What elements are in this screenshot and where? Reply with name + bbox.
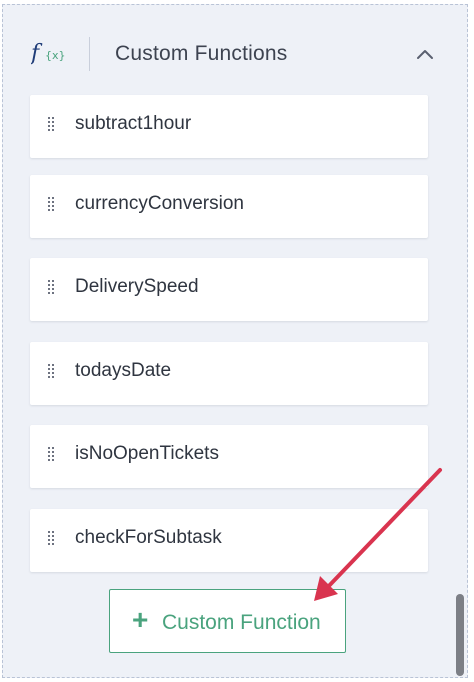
svg-text:f: f <box>31 41 43 66</box>
drag-handle-icon[interactable] <box>47 363 57 381</box>
function-item-label: subtract1hour <box>75 113 192 134</box>
function-item-label: DeliverySpeed <box>75 276 199 297</box>
svg-text:{x}: {x} <box>45 49 66 62</box>
function-item-todaysdate[interactable]: todaysDate <box>30 342 428 405</box>
panel-title: Custom Functions <box>115 42 288 65</box>
function-item-label: isNoOpenTickets <box>75 443 219 464</box>
header-divider <box>89 37 90 71</box>
drag-handle-icon[interactable] <box>47 530 57 548</box>
drag-handle-icon[interactable] <box>47 279 57 297</box>
chevron-up-icon <box>417 50 433 59</box>
fx-function-icon: f {x} <box>31 41 66 66</box>
function-item-currencyconversion[interactable]: currencyConversion <box>30 175 428 238</box>
custom-functions-panel: f {x} Custom Functions subtract1hour cur… <box>2 4 468 678</box>
drag-handle-icon[interactable] <box>47 446 57 464</box>
collapse-button[interactable] <box>413 43 437 67</box>
function-item-checkforsubtask[interactable]: checkForSubtask <box>30 509 428 572</box>
add-button-label: Custom Function <box>162 611 321 634</box>
drag-handle-icon[interactable] <box>47 116 57 134</box>
drag-handle-icon[interactable] <box>47 196 57 214</box>
function-item-label: checkForSubtask <box>75 527 222 548</box>
scrollbar-thumb[interactable] <box>456 594 464 676</box>
function-item-isnoopentickets[interactable]: isNoOpenTickets <box>30 425 428 488</box>
add-custom-function-button[interactable]: + Custom Function <box>109 589 346 653</box>
function-item-label: todaysDate <box>75 360 172 381</box>
panel-header: f {x} Custom Functions <box>3 5 467 91</box>
function-item-subtract1hour[interactable]: subtract1hour <box>30 95 428 158</box>
function-item-label: currencyConversion <box>75 193 244 214</box>
plus-icon: + <box>132 604 149 635</box>
function-item-deliveryspeed[interactable]: DeliverySpeed <box>30 258 428 321</box>
